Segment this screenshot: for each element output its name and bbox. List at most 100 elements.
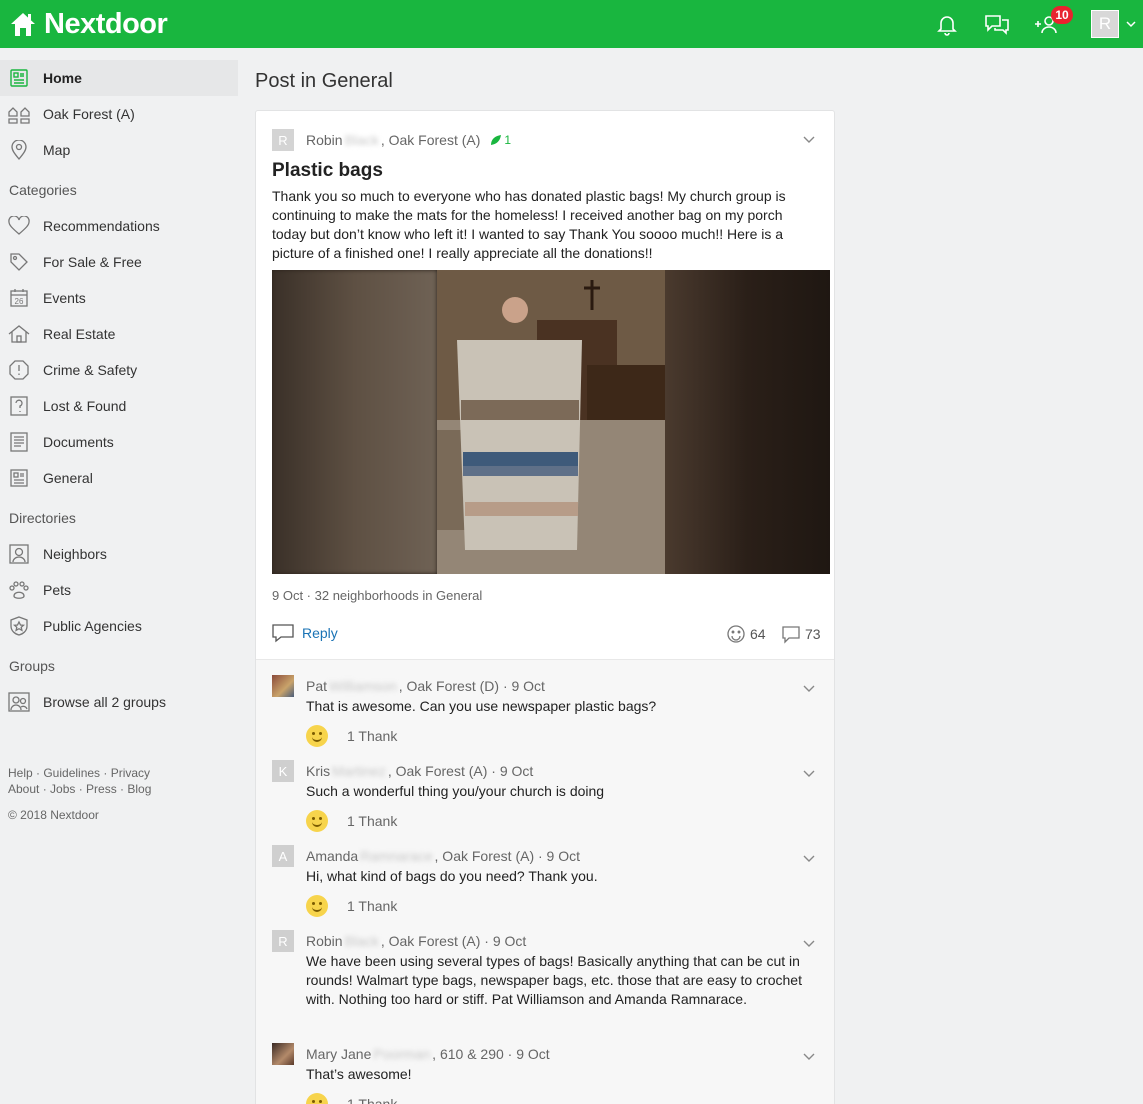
comment-author-line: R Robin Black , Oak Forest (A) · 9 Oct	[272, 930, 820, 952]
post-photo[interactable]	[272, 270, 830, 574]
author-first-name[interactable]: Robin	[306, 132, 343, 148]
avatar[interactable]: K	[272, 760, 294, 782]
photo-blur-right	[665, 270, 830, 574]
sidebar-item-general[interactable]: General	[0, 460, 238, 496]
heart-icon	[8, 215, 30, 237]
messages-icon[interactable]	[983, 10, 1011, 38]
footer-links-row-1[interactable]: Help · Guidelines · Privacy	[8, 765, 151, 781]
sidebar-item-label: For Sale & Free	[43, 254, 142, 270]
comments-list: Pat Williamson , Oak Forest (D) · 9 Oct …	[256, 659, 834, 1104]
leaf-count: 1	[504, 133, 512, 147]
post-options-chevron-icon[interactable]	[801, 131, 817, 147]
comment-author-first[interactable]: Pat	[306, 678, 327, 694]
comment-options-chevron-icon[interactable]	[801, 935, 817, 951]
sidebar-item-label: Home	[43, 70, 82, 86]
comment-author-first[interactable]: Kris	[306, 763, 330, 779]
avatar[interactable]: A	[272, 845, 294, 867]
sidebar-item-label: General	[43, 470, 93, 486]
calendar-icon: 26	[8, 287, 30, 309]
comment-author-first[interactable]: Mary Jane	[306, 1046, 371, 1062]
photo-blur-left	[272, 270, 437, 574]
nextdoor-logo[interactable]: Nextdoor	[8, 7, 168, 40]
comment-options-chevron-icon[interactable]	[801, 1048, 817, 1064]
sidebar: Home Oak Forest (A) Map Categories Recom…	[0, 60, 238, 720]
comment-author-line: K Kris Martinez , Oak Forest (A) · 9 Oct	[272, 760, 820, 782]
photo-main	[437, 270, 665, 574]
thank-smiley-icon[interactable]	[306, 725, 328, 747]
comment-options-chevron-icon[interactable]	[801, 680, 817, 696]
thank-count[interactable]: 1 Thank	[347, 728, 397, 744]
thank-row[interactable]: 1 Thank	[306, 1093, 820, 1104]
sidebar-item-events[interactable]: 26 Events	[0, 280, 238, 316]
thank-smiley-icon[interactable]	[306, 895, 328, 917]
categories-heading: Categories	[9, 182, 77, 198]
sidebar-item-neighbors[interactable]: Neighbors	[0, 536, 238, 572]
sidebar-item-label: Lost & Found	[43, 398, 127, 414]
comments-count[interactable]: 73	[781, 624, 821, 644]
thanks-count[interactable]: 64	[726, 624, 766, 644]
thank-count[interactable]: 1 Thank	[347, 898, 397, 914]
comment-text: We have been using several types of bags…	[306, 953, 802, 1007]
thank-smiley-icon[interactable]	[306, 810, 328, 832]
comment-meta: , 610 & 290 · 9 Oct	[432, 1046, 550, 1062]
user-avatar[interactable]: R	[1091, 10, 1119, 38]
comment-text: Hi, what kind of bags do you need? Thank…	[306, 868, 598, 884]
comment-author-first[interactable]: Amanda	[306, 848, 358, 864]
avatar[interactable]: R	[272, 930, 294, 952]
post-meta: 9 Oct · 32 neighborhoods in General	[272, 588, 483, 603]
post-card: R Robin Black , Oak Forest (A) 1 Plastic…	[255, 110, 835, 1104]
comment-author-first[interactable]: Robin	[306, 933, 343, 949]
comment-item: R Robin Black , Oak Forest (A) · 9 Oct W…	[272, 930, 820, 1009]
comment-text: Such a wonderful thing you/your church i…	[306, 783, 605, 799]
comment-options-chevron-icon[interactable]	[801, 765, 817, 781]
comment-author-last-blurred: Williamson	[329, 678, 397, 694]
comment-options-chevron-icon[interactable]	[801, 850, 817, 866]
sidebar-item-label: Documents	[43, 434, 114, 450]
thank-row[interactable]: 1 Thank	[306, 895, 820, 917]
badge-icon	[8, 615, 30, 637]
thank-row[interactable]: 1 Thank	[306, 810, 820, 832]
sidebar-item-recommendations[interactable]: Recommendations	[0, 208, 238, 244]
footer-links[interactable]: Help · Guidelines · Privacy About · Jobs…	[8, 765, 151, 797]
question-icon	[8, 395, 30, 417]
top-bar: Nextdoor 10 R	[0, 0, 1143, 48]
comment-author-line: Mary Jane Poorman , 610 & 290 · 9 Oct	[272, 1043, 820, 1065]
comment-author-line: A Amanda Ramnarace , Oak Forest (A) · 9 …	[272, 845, 820, 867]
reply-button[interactable]: Reply	[272, 623, 338, 643]
notifications-bell-icon[interactable]	[933, 10, 961, 38]
comment-meta: , Oak Forest (D) · 9 Oct	[398, 678, 545, 694]
thank-smiley-icon[interactable]	[306, 1093, 328, 1104]
house-logo-icon	[11, 13, 35, 36]
comment-meta: , Oak Forest (A) · 9 Oct	[434, 848, 580, 864]
comment-item: Pat Williamson , Oak Forest (D) · 9 Oct …	[272, 675, 820, 747]
sidebar-item-home[interactable]: Home	[0, 60, 238, 96]
avatar[interactable]	[272, 675, 294, 697]
footer-links-row-2[interactable]: About · Jobs · Press · Blog	[8, 781, 151, 797]
person-icon	[8, 543, 30, 565]
logo-text: Nextdoor	[44, 7, 168, 40]
sidebar-item-lost-found[interactable]: Lost & Found	[0, 388, 238, 424]
avatar[interactable]: R	[272, 129, 294, 151]
paw-icon	[8, 579, 30, 601]
sidebar-item-documents[interactable]: Documents	[0, 424, 238, 460]
sidebar-item-for-sale[interactable]: For Sale & Free	[0, 244, 238, 280]
leaf-badge: 1	[490, 133, 511, 147]
sidebar-item-map[interactable]: Map	[0, 132, 238, 168]
sidebar-item-pets[interactable]: Pets	[0, 572, 238, 608]
comment-author-last-blurred: Ramnarace	[360, 848, 433, 864]
sidebar-item-crime-safety[interactable]: Crime & Safety	[0, 352, 238, 388]
sidebar-item-neighborhood[interactable]: Oak Forest (A)	[0, 96, 238, 132]
thank-count[interactable]: 1 Thank	[347, 1096, 397, 1104]
thank-row[interactable]: 1 Thank	[306, 725, 820, 747]
avatar[interactable]	[272, 1043, 294, 1065]
thank-count[interactable]: 1 Thank	[347, 813, 397, 829]
alert-shield-icon	[8, 359, 30, 381]
author-neighborhood[interactable]: , Oak Forest (A)	[381, 132, 481, 148]
sidebar-item-real-estate[interactable]: Real Estate	[0, 316, 238, 352]
chevron-down-icon[interactable]	[1124, 17, 1138, 31]
sidebar-item-browse-groups[interactable]: Browse all 2 groups	[0, 684, 238, 720]
map-pin-icon	[8, 139, 30, 161]
sidebar-item-public-agencies[interactable]: Public Agencies	[0, 608, 238, 644]
post-body: Thank you so much to everyone who has do…	[272, 188, 786, 261]
groups-heading: Groups	[9, 658, 55, 674]
